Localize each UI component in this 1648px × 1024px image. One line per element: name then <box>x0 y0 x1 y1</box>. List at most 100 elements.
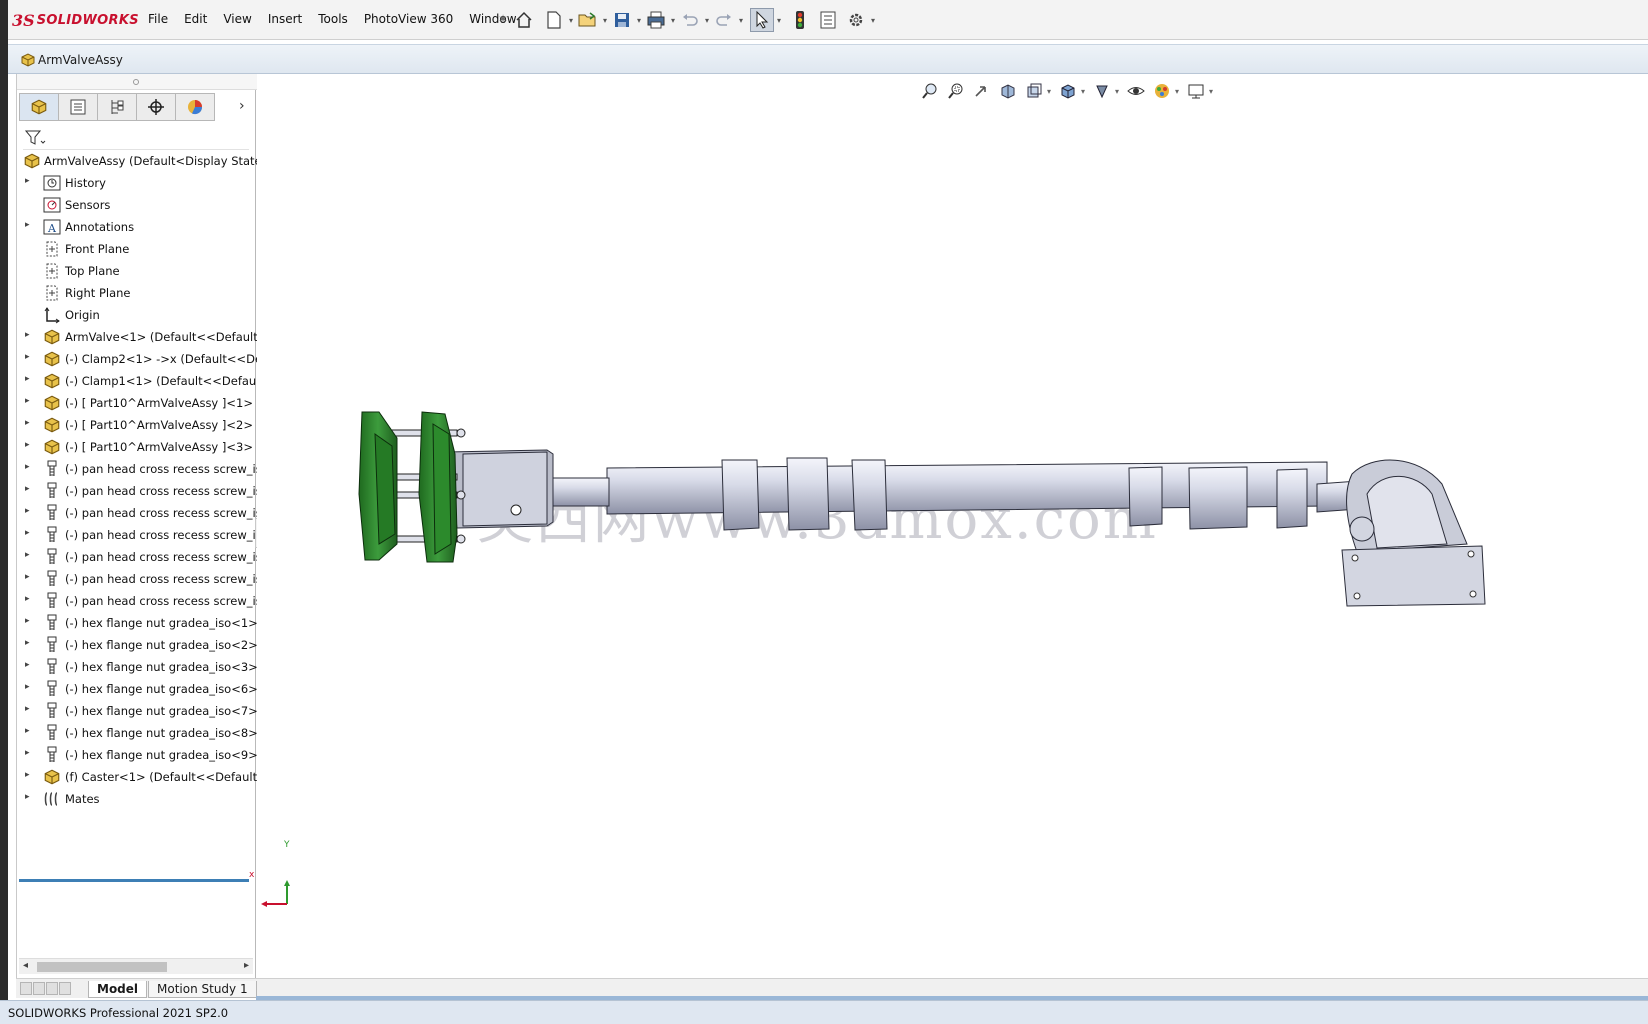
expand-arrow-icon[interactable]: ▸ <box>25 484 35 494</box>
menu-view[interactable]: View <box>223 12 251 26</box>
expand-arrow-icon[interactable]: ▸ <box>25 792 35 802</box>
save-icon[interactable] <box>610 8 634 32</box>
menu-edit[interactable]: Edit <box>184 12 207 26</box>
expand-arrow-icon[interactable]: ▸ <box>25 638 35 648</box>
expand-arrow-icon[interactable]: ▸ <box>25 528 35 538</box>
tree-item[interactable]: ▸ Mates <box>17 788 257 810</box>
save-dropdown[interactable]: ▾ <box>634 16 644 25</box>
tabs-scroll-right-icon[interactable]: › <box>239 98 245 114</box>
tab-motion-study[interactable]: Motion Study 1 <box>148 981 257 998</box>
expand-arrow-icon[interactable]: ▸ <box>25 594 35 604</box>
rebuild-traffic-light-icon[interactable] <box>788 8 812 32</box>
tree-item[interactable]: ▸ (-) [ Part10^ArmValveAssy ]<3> -> ( <box>17 436 257 458</box>
menu-photoview[interactable]: PhotoView 360 <box>364 12 453 26</box>
tree-item[interactable]: ▸ (-) pan head cross recess screw_iso< <box>17 524 257 546</box>
tab-dimxpert-manager[interactable] <box>136 93 176 121</box>
menu-tools[interactable]: Tools <box>318 12 348 26</box>
tree-item[interactable]: ▸ (-) hex flange nut gradea_iso<7> (IS <box>17 700 257 722</box>
tree-item[interactable]: ▸ ArmValve<1> (Default<<Default>_D <box>17 326 257 348</box>
select-pointer-icon[interactable] <box>750 8 774 32</box>
tree-item[interactable]: ▸ A Annotations <box>17 216 257 238</box>
tree-item[interactable]: ▸ (-) hex flange nut gradea_iso<2> (IS <box>17 634 257 656</box>
menu-file[interactable]: File <box>148 12 168 26</box>
graphics-area[interactable]: ▾ ▾ ▾ ▾ ▾ 英西网www.3dmox.com <box>249 74 1648 978</box>
first-tab-icon[interactable] <box>20 982 32 995</box>
tree-horizontal-scrollbar[interactable]: ◂ ▸ <box>19 958 253 974</box>
tree-item[interactable]: ▸ (-) pan head cross recess screw_iso< <box>17 546 257 568</box>
tree-item[interactable]: ▸ (-) hex flange nut gradea_iso<8> (IS <box>17 722 257 744</box>
expand-arrow-icon[interactable]: ▸ <box>25 506 35 516</box>
tab-navigation-arrows[interactable] <box>20 982 72 995</box>
expand-arrow-icon[interactable]: ▸ <box>25 374 35 384</box>
scroll-right-icon[interactable]: ▸ <box>244 960 249 971</box>
tree-root-assembly[interactable]: ArmValveAssy (Default<Display State-1> <box>17 150 257 172</box>
redo-icon[interactable] <box>712 8 736 32</box>
home-icon[interactable] <box>512 8 536 32</box>
panel-splitter[interactable] <box>17 74 257 90</box>
open-dropdown[interactable]: ▾ <box>600 16 610 25</box>
tree-item[interactable]: ▸ (-) hex flange nut gradea_iso<6> (IS <box>17 678 257 700</box>
menu-insert[interactable]: Insert <box>268 12 302 26</box>
expand-arrow-icon[interactable]: ▸ <box>25 330 35 340</box>
options-dropdown[interactable]: ▾ <box>868 16 878 25</box>
tree-item[interactable]: ▸ (-) [ Part10^ArmValveAssy ]<1> -> ( <box>17 392 257 414</box>
expand-arrow-icon[interactable]: ▸ <box>25 352 35 362</box>
menu-window[interactable]: Window <box>469 12 516 26</box>
tree-item[interactable]: Right Plane <box>17 282 257 304</box>
tree-item[interactable]: ▸ (-) Clamp1<1> (Default<<Default>_ <box>17 370 257 392</box>
expand-arrow-icon[interactable]: ▸ <box>25 704 35 714</box>
open-icon[interactable] <box>576 8 600 32</box>
tree-item[interactable]: Top Plane <box>17 260 257 282</box>
undo-icon[interactable] <box>678 8 702 32</box>
tree-item[interactable]: ▸ (-) hex flange nut gradea_iso<3> (IS <box>17 656 257 678</box>
tree-item[interactable]: ▸ (-) [ Part10^ArmValveAssy ]<2> -> ( <box>17 414 257 436</box>
expand-arrow-icon[interactable]: ▸ <box>25 462 35 472</box>
select-dropdown[interactable]: ▾ <box>774 16 784 25</box>
tree-item[interactable]: ▸ (-) pan head cross recess screw_iso< <box>17 480 257 502</box>
tab-model[interactable]: Model <box>88 981 148 998</box>
tree-item[interactable]: Front Plane <box>17 238 257 260</box>
next-tab-icon[interactable] <box>46 982 58 995</box>
expand-arrow-icon[interactable]: ▸ <box>25 748 35 758</box>
new-document-icon[interactable] <box>542 8 566 32</box>
tree-item[interactable]: ▸ (f) Caster<1> (Default<<Default>_D <box>17 766 257 788</box>
expand-arrow-icon[interactable]: ▸ <box>25 440 35 450</box>
scroll-thumb[interactable] <box>37 962 167 972</box>
file-properties-icon[interactable] <box>816 8 840 32</box>
tab-feature-manager[interactable] <box>19 93 59 121</box>
tree-item[interactable]: ▸ (-) hex flange nut gradea_iso<9> (IS <box>17 744 257 766</box>
new-dropdown[interactable]: ▾ <box>566 16 576 25</box>
tree-filter[interactable] <box>23 126 249 150</box>
print-icon[interactable] <box>644 8 668 32</box>
expand-arrow-icon[interactable]: ▸ <box>25 572 35 582</box>
expand-arrow-icon[interactable]: ▸ <box>25 396 35 406</box>
tree-item[interactable]: ▸ History <box>17 172 257 194</box>
expand-arrow-icon[interactable]: ▸ <box>25 616 35 626</box>
last-tab-icon[interactable] <box>59 982 71 995</box>
tree-item[interactable]: ▸ (-) Clamp2<1> ->x (Default<<Defau <box>17 348 257 370</box>
tree-item[interactable]: ▸ (-) pan head cross recess screw_iso< <box>17 568 257 590</box>
tab-configuration-manager[interactable] <box>97 93 137 121</box>
redo-dropdown[interactable]: ▾ <box>736 16 746 25</box>
undo-dropdown[interactable]: ▾ <box>702 16 712 25</box>
previous-tab-icon[interactable] <box>33 982 45 995</box>
expand-arrow-icon[interactable]: ▸ <box>25 176 35 186</box>
tab-property-manager[interactable] <box>58 93 98 121</box>
pin-menu-icon[interactable]: ✶ <box>498 12 508 26</box>
tree-item[interactable]: ▸ (-) hex flange nut gradea_iso<1> (IS <box>17 612 257 634</box>
expand-arrow-icon[interactable]: ▸ <box>25 682 35 692</box>
arm-valve-assembly-model[interactable] <box>257 74 1648 978</box>
expand-arrow-icon[interactable]: ▸ <box>25 550 35 560</box>
scroll-left-icon[interactable]: ◂ <box>23 960 28 971</box>
tree-item[interactable]: ▸ (-) pan head cross recess screw_iso< <box>17 458 257 480</box>
solidworks-logo[interactable]: 3S SOLIDWORKS <box>12 8 139 32</box>
expand-arrow-icon[interactable]: ▸ <box>25 660 35 670</box>
expand-arrow-icon[interactable]: ▸ <box>25 770 35 780</box>
expand-arrow-icon[interactable]: ▸ <box>25 418 35 428</box>
tab-display-manager[interactable] <box>175 93 215 121</box>
print-dropdown[interactable]: ▾ <box>668 16 678 25</box>
tree-item[interactable]: ▸ (-) pan head cross recess screw_iso< <box>17 502 257 524</box>
expand-arrow-icon[interactable]: ▸ <box>25 726 35 736</box>
tree-item[interactable]: Sensors <box>17 194 257 216</box>
tree-item[interactable]: ▸ (-) pan head cross recess screw_iso< <box>17 590 257 612</box>
